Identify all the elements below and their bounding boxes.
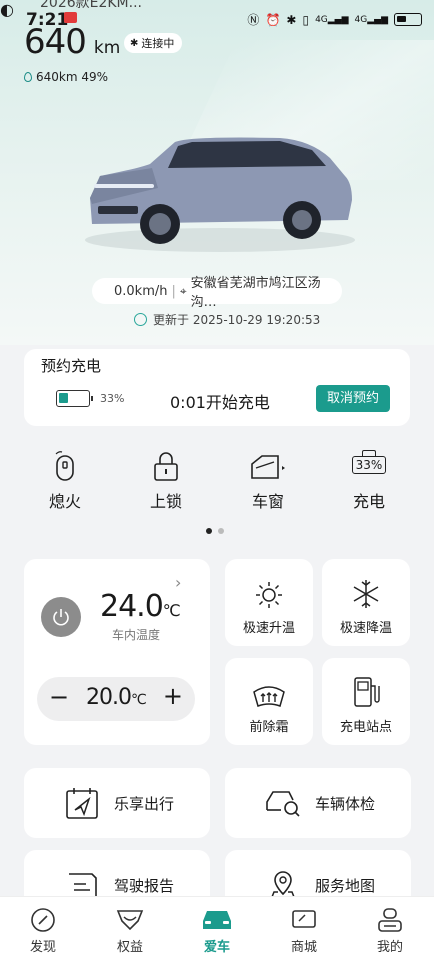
tab-my-car[interactable]: 爱车 xyxy=(187,907,247,955)
control-engine-off[interactable]: 熄火 xyxy=(30,442,100,512)
service-label: 车辆体检 xyxy=(315,794,376,813)
calendar-nav-icon xyxy=(66,788,98,819)
lock-icon xyxy=(154,452,178,481)
charge-battery-fill xyxy=(59,393,68,403)
battery-charge-icon: 33% xyxy=(351,456,387,474)
climate-card[interactable]: › 24.0℃ 车内温度 − 20.0℃ + xyxy=(24,559,210,745)
tile-quick-cool[interactable]: 极速降温 xyxy=(322,559,410,646)
profile-icon xyxy=(378,908,402,932)
tile-label: 充电站点 xyxy=(339,720,392,735)
range-display: 640 km xyxy=(24,22,120,62)
control-lock[interactable]: 上锁 xyxy=(131,442,201,512)
hd-icon: ◐ xyxy=(0,0,14,19)
page-dot xyxy=(218,528,224,534)
energy-summary: 640km 49% xyxy=(24,70,108,84)
control-charge[interactable]: 33% 充电 xyxy=(334,442,404,512)
control-label: 车窗 xyxy=(251,492,284,511)
car-icon xyxy=(203,911,231,929)
service-label: 服务地图 xyxy=(315,876,376,895)
climate-power-button[interactable] xyxy=(41,597,81,637)
gift-icon xyxy=(116,910,144,931)
service-vehicle-check[interactable]: 车辆体检 xyxy=(225,768,411,838)
tile-label: 前除霜 xyxy=(249,720,289,735)
tile-label: 极速降温 xyxy=(339,621,392,636)
sun-icon xyxy=(256,582,282,608)
charge-start-time: 0:01开始充电 xyxy=(170,393,270,412)
service-enjoy-travel[interactable]: 乐享出行 xyxy=(24,768,210,838)
status-icons: Ⓝ ⏰ ✱ ▯ 4G▂▄▆ 4G▂▄▆ xyxy=(247,11,422,28)
page-indicator xyxy=(206,528,224,534)
location-pin-icon: ⌖ xyxy=(179,283,187,298)
defrost-icon xyxy=(253,686,285,707)
scheduled-charge-card: 预约充电 33% 0:01开始充电 取消预约 xyxy=(24,349,410,426)
location-pill[interactable]: 0.0km/h | ⌖ 安徽省芜湖市鸠江区汤沟… xyxy=(92,276,342,310)
set-temp: 20.0℃ xyxy=(86,685,147,710)
battery-icon xyxy=(394,13,422,26)
divider: | xyxy=(171,283,176,299)
energy-summary-text: 640km 49% xyxy=(36,70,109,84)
tab-label: 我的 xyxy=(376,940,403,955)
connection-label: 连接中 xyxy=(141,37,175,50)
service-label: 乐享出行 xyxy=(114,794,175,813)
tile-quick-heat[interactable]: 极速升温 xyxy=(225,559,313,646)
car-check-icon xyxy=(266,791,300,817)
bottom-tab-bar: 发现 权益 爱车 商城 我的 xyxy=(0,896,434,960)
control-label: 充电 xyxy=(352,492,385,511)
tile-charging-station[interactable]: 充电站点 xyxy=(322,658,410,745)
service-label: 驾驶报告 xyxy=(114,876,175,895)
window-icon xyxy=(251,455,285,479)
charge-battery-icon xyxy=(56,390,93,407)
cancel-schedule-button[interactable]: 取消预约 xyxy=(316,385,390,412)
tab-shop[interactable]: 商城 xyxy=(274,907,334,955)
connection-status: ✱ 连接中 xyxy=(124,33,183,53)
control-label: 上锁 xyxy=(149,492,182,511)
power-icon xyxy=(53,609,69,626)
drop-icon xyxy=(24,72,32,82)
snowflake-icon xyxy=(353,580,379,608)
vibrate-icon: ▯ xyxy=(302,12,310,27)
shop-icon xyxy=(292,910,316,928)
refresh-icon xyxy=(134,313,147,326)
control-label: 熄火 xyxy=(48,492,81,511)
nfc-icon: Ⓝ xyxy=(247,13,260,27)
set-temp-unit: ℃ xyxy=(130,692,147,708)
set-temp-value: 20.0 xyxy=(86,685,132,710)
quick-controls: 熄火 上锁 车窗 33% 充电 xyxy=(0,442,434,517)
tab-label: 爱车 xyxy=(203,940,230,955)
compass-icon xyxy=(31,908,55,932)
charging-station-icon xyxy=(354,677,380,707)
key-fob-icon xyxy=(55,451,74,481)
page-dot-active xyxy=(206,528,212,534)
control-window[interactable]: 车窗 xyxy=(233,442,303,512)
tab-profile[interactable]: 我的 xyxy=(360,907,420,955)
charge-battery-pct: 33% xyxy=(100,392,125,405)
signal-4g-icon: 4G▂▄▆ xyxy=(315,14,349,25)
tile-front-defrost[interactable]: 前除霜 xyxy=(225,658,313,745)
temp-increase-button[interactable]: + xyxy=(163,682,183,710)
cabin-temp-label: 车内温度 xyxy=(112,628,161,642)
tab-label: 商城 xyxy=(290,940,317,955)
range-unit: km xyxy=(93,38,121,58)
update-time: 更新于 2025-10-29 19:20:53 xyxy=(153,313,321,327)
speed-value: 0.0km/h xyxy=(114,283,168,299)
car-image[interactable] xyxy=(80,128,360,258)
tile-label: 极速升温 xyxy=(242,621,295,636)
scheduled-charge-title: 预约充电 xyxy=(41,357,102,375)
tab-benefits[interactable]: 权益 xyxy=(100,907,160,955)
location-text: 安徽省芜湖市鸠江区汤沟… xyxy=(190,276,321,310)
bluetooth-small-icon: ✱ xyxy=(130,37,139,49)
tab-label: 发现 xyxy=(29,940,56,955)
bluetooth-icon: ✱ xyxy=(286,12,297,27)
tab-label: 权益 xyxy=(116,940,143,955)
update-info[interactable]: 更新于 2025-10-29 19:20:53 xyxy=(134,311,320,328)
alarm-icon: ⏰ xyxy=(265,12,281,27)
tab-discover[interactable]: 发现 xyxy=(13,907,73,955)
cabin-temp-value: 24.0 xyxy=(100,589,164,624)
range-value: 640 xyxy=(24,22,87,62)
cabin-temp: 24.0℃ xyxy=(100,589,181,624)
temp-stepper: − 20.0℃ + xyxy=(37,677,195,721)
temp-decrease-button[interactable]: − xyxy=(49,683,69,711)
cabin-temp-unit: ℃ xyxy=(162,601,181,620)
signal-4g-icon-2: 4G▂▄▆ xyxy=(354,14,388,25)
